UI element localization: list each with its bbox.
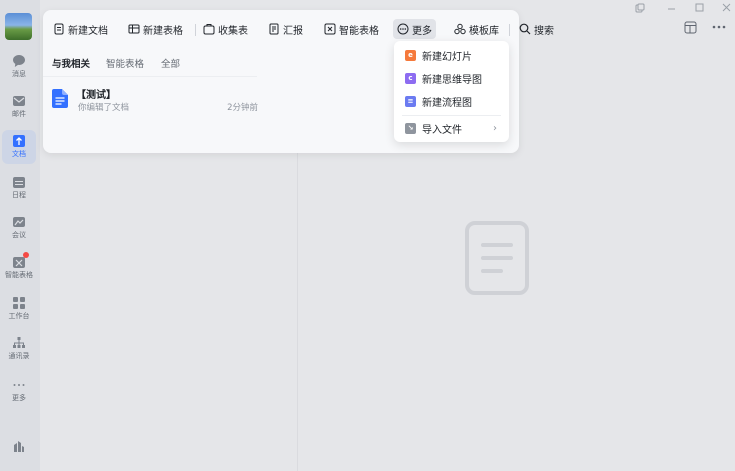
search-button[interactable]: 搜索 <box>515 19 558 39</box>
pin-icon[interactable] <box>635 3 645 13</box>
notification-badge <box>23 252 29 258</box>
menu-item-label: 新建幻灯片 <box>422 51 472 63</box>
menu-item-new-flowchart[interactable]: ≡ 新建流程图 <box>394 90 509 112</box>
maximize-icon[interactable] <box>695 3 704 12</box>
smart-sheet-label: 智能表格 <box>339 25 379 37</box>
more-dots-icon <box>13 384 25 386</box>
new-doc-button[interactable]: 新建文档 <box>49 19 112 39</box>
menu-separator <box>402 115 501 116</box>
tab-related[interactable]: 与我相关 <box>52 56 90 70</box>
new-sheet-label: 新建表格 <box>143 25 183 37</box>
more-label: 更多 <box>412 25 432 37</box>
smart-sheet-button[interactable]: 智能表格 <box>320 19 383 39</box>
rail-label: 消息 <box>12 70 26 78</box>
left-nav-rail: 消息 邮件 文档 日程 会议 智能表格 工作台 通讯录 更多 <box>0 0 40 471</box>
layout-panel-icon[interactable] <box>684 21 697 34</box>
rail-label: 邮件 <box>12 110 26 118</box>
new-sheet-button[interactable]: 新建表格 <box>124 19 187 39</box>
calendar-icon <box>13 177 25 188</box>
menu-item-label: 导入文件 <box>422 124 462 136</box>
rail-item-calendar[interactable]: 日程 <box>2 171 36 205</box>
search-icon <box>519 23 531 35</box>
mindmap-icon: c <box>405 72 416 84</box>
list-item[interactable]: 【测试】 你编辑了文档 2分钟前 <box>52 86 258 114</box>
bottom-app-icon[interactable] <box>12 439 26 453</box>
rail-label: 智能表格 <box>5 271 33 279</box>
rail-item-meeting[interactable]: 会议 <box>2 211 36 245</box>
rail-item-docs[interactable]: 文档 <box>2 130 36 164</box>
template-icon <box>454 23 466 35</box>
report-label: 汇报 <box>283 25 303 37</box>
table-icon <box>128 24 140 34</box>
tab-all[interactable]: 全部 <box>161 56 180 70</box>
doc-title: 【测试】 <box>76 90 116 101</box>
tab-smart-sheet[interactable]: 智能表格 <box>106 56 144 70</box>
rail-label: 日程 <box>12 191 26 199</box>
rail-item-more[interactable]: 更多 <box>2 374 36 408</box>
rail-label: 文档 <box>12 150 26 158</box>
report-icon <box>269 23 279 35</box>
chevron-right-icon: › <box>493 122 497 134</box>
meeting-icon <box>13 217 25 227</box>
collect-form-icon <box>203 24 215 35</box>
toolbar-separator <box>195 24 196 36</box>
close-icon[interactable] <box>722 3 731 12</box>
more-options-icon[interactable] <box>712 24 726 30</box>
report-button[interactable]: 汇报 <box>264 19 307 39</box>
search-label: 搜索 <box>534 25 554 37</box>
contacts-icon <box>13 337 25 348</box>
menu-item-label: 新建流程图 <box>422 97 472 109</box>
menu-item-label: 新建思维导图 <box>422 74 482 86</box>
empty-document-icon <box>465 221 529 295</box>
rail-label: 通讯录 <box>8 352 30 360</box>
workbench-icon <box>13 297 25 309</box>
more-dropdown-menu: e 新建幻灯片 c 新建思维导图 ≡ 新建流程图 ↘ 导入文件 › <box>394 41 509 142</box>
rail-label: 会议 <box>12 231 26 239</box>
doc-time: 2分钟前 <box>227 103 258 113</box>
minimize-icon[interactable] <box>667 4 676 13</box>
docs-icon <box>13 135 25 147</box>
list-divider <box>43 76 257 77</box>
import-icon: ↘ <box>405 122 416 134</box>
collect-form-button[interactable]: 收集表 <box>199 19 252 39</box>
rail-item-mail[interactable]: 邮件 <box>2 90 36 124</box>
rail-item-contacts[interactable]: 通讯录 <box>2 332 36 366</box>
smart-sheet-icon <box>324 23 336 35</box>
rail-item-workbench[interactable]: 工作台 <box>2 292 36 326</box>
template-label: 模板库 <box>469 25 499 37</box>
toolbar-separator <box>509 24 510 36</box>
new-doc-label: 新建文档 <box>68 25 108 37</box>
rail-label: 工作台 <box>8 312 30 320</box>
document-icon <box>54 23 64 35</box>
menu-item-new-mindmap[interactable]: c 新建思维导图 <box>394 67 509 89</box>
menu-item-new-slides[interactable]: e 新建幻灯片 <box>394 44 509 66</box>
slides-icon: e <box>405 49 416 61</box>
collect-form-label: 收集表 <box>218 25 248 37</box>
template-library-button[interactable]: 模板库 <box>450 19 503 39</box>
more-button[interactable]: 更多 <box>393 19 436 39</box>
doc-subtitle: 你编辑了文档 <box>78 103 130 113</box>
more-circle-icon <box>397 23 409 35</box>
mail-icon <box>13 96 25 106</box>
chat-bubble-icon <box>13 55 25 67</box>
avatar[interactable] <box>5 13 32 40</box>
rail-item-messages[interactable]: 消息 <box>2 50 36 84</box>
doc-file-icon <box>52 89 68 108</box>
flowchart-icon: ≡ <box>405 95 416 107</box>
menu-item-import-file[interactable]: ↘ 导入文件 › <box>394 117 509 139</box>
rail-item-smart-sheet[interactable]: 智能表格 <box>2 251 36 285</box>
rail-label: 更多 <box>12 394 26 402</box>
